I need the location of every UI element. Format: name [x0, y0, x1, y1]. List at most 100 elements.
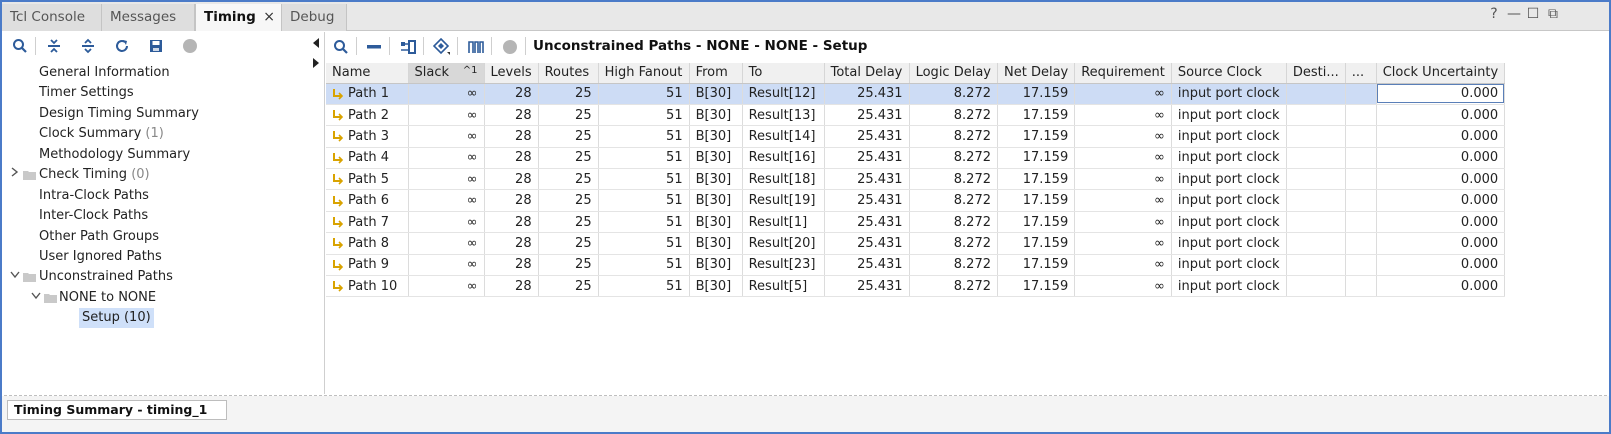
table-cell[interactable]: 17.159: [997, 147, 1076, 170]
table-cell[interactable]: 25: [538, 211, 599, 234]
table-cell[interactable]: 51: [598, 83, 690, 105]
column-header[interactable]: Clock Uncertainty: [1376, 63, 1506, 84]
column-header[interactable]: From: [689, 63, 743, 84]
table-cell[interactable]: 25: [538, 147, 599, 170]
table-cell[interactable]: [1345, 104, 1377, 127]
table-cell[interactable]: ∞: [408, 168, 485, 191]
table-cell[interactable]: [1345, 83, 1377, 105]
table-cell[interactable]: 25.431: [824, 104, 910, 127]
table-cell[interactable]: ∞: [408, 125, 485, 148]
table-cell[interactable]: 25.431: [824, 147, 910, 170]
tree-item-other-path-groups[interactable]: Other Path Groups: [39, 227, 159, 247]
table-cell[interactable]: input port clock: [1171, 83, 1287, 105]
table-cell[interactable]: 25.431: [824, 211, 910, 234]
schematic-icon[interactable]: [398, 37, 418, 57]
tree-item-check-timing[interactable]: Check Timing (0): [39, 165, 150, 185]
refresh-icon[interactable]: [112, 36, 132, 56]
table-cell[interactable]: 17.159: [997, 211, 1076, 234]
table-row[interactable]: Path 7 ∞ 28 25 51 B[30] Result[1] 25.431 8.272 17…: [326, 211, 1506, 234]
table-cell[interactable]: B[30]: [689, 275, 743, 298]
tree-item-clock-summary[interactable]: Clock Summary (1): [39, 124, 164, 144]
table-row[interactable]: Path 5 ∞ 28 25 51 B[30] Result[18] 25.431 8.272 1…: [326, 168, 1506, 191]
table-cell[interactable]: [1345, 211, 1377, 234]
table-cell[interactable]: ∞: [1074, 211, 1172, 234]
table-cell[interactable]: 25.431: [824, 83, 910, 105]
table-cell[interactable]: 51: [598, 275, 690, 298]
table-cell[interactable]: Result[19]: [742, 189, 825, 212]
table-cell[interactable]: 0.000: [1376, 275, 1506, 298]
expand-all-icon[interactable]: [78, 36, 98, 56]
tree-item-user-ignored-paths[interactable]: User Ignored Paths: [39, 247, 162, 267]
table-cell[interactable]: 0.000: [1376, 189, 1506, 212]
table-cell[interactable]: input port clock: [1171, 125, 1287, 148]
table-cell[interactable]: 17.159: [997, 254, 1076, 277]
table-cell[interactable]: 25.431: [824, 168, 910, 191]
table-cell[interactable]: ∞: [1074, 232, 1172, 255]
table-cell[interactable]: input port clock: [1171, 211, 1287, 234]
table-cell[interactable]: 8.272: [909, 232, 999, 255]
table-cell[interactable]: 0.000: [1376, 104, 1506, 127]
table-cell[interactable]: [1286, 83, 1346, 105]
column-header[interactable]: Levels: [484, 63, 539, 84]
tree-item-design-timing-summary[interactable]: Design Timing Summary: [39, 104, 199, 124]
table-cell[interactable]: 0.000: [1376, 211, 1506, 234]
restore-icon[interactable]: ☐: [1524, 6, 1542, 22]
table-cell[interactable]: 8.272: [909, 211, 999, 234]
tree-item-intra-clock-paths[interactable]: Intra-Clock Paths: [39, 186, 149, 206]
table-cell[interactable]: 28: [484, 104, 539, 127]
table-cell[interactable]: Result[20]: [742, 232, 825, 255]
table-cell[interactable]: 25: [538, 232, 599, 255]
table-cell[interactable]: [1345, 147, 1377, 170]
table-cell[interactable]: [1286, 168, 1346, 191]
table-cell[interactable]: 8.272: [909, 189, 999, 212]
column-header[interactable]: High Fanout: [598, 63, 690, 84]
table-cell[interactable]: 17.159: [997, 189, 1076, 212]
column-header[interactable]: Desti...: [1286, 63, 1346, 84]
table-cell[interactable]: 8.272: [909, 104, 999, 127]
tab-debug[interactable]: Debug: [282, 4, 347, 31]
table-cell[interactable]: Result[1]: [742, 211, 825, 234]
table-cell[interactable]: Result[12]: [742, 83, 825, 105]
table-cell[interactable]: B[30]: [689, 125, 743, 148]
table-row[interactable]: Path 2 ∞ 28 25 51 B[30] Result[13] 25.431 8.272 1…: [326, 104, 1506, 127]
search-icon[interactable]: [331, 37, 351, 57]
close-icon[interactable]: ×: [263, 4, 275, 31]
table-cell[interactable]: 0.000: [1376, 83, 1506, 105]
table-cell[interactable]: Path 3: [326, 125, 409, 148]
table-cell[interactable]: ∞: [408, 104, 485, 127]
tab-tcl-console[interactable]: Tcl Console: [2, 4, 102, 31]
table-cell[interactable]: 51: [598, 168, 690, 191]
table-cell[interactable]: B[30]: [689, 83, 743, 105]
save-icon[interactable]: [146, 36, 166, 56]
column-header[interactable]: Net Delay: [997, 63, 1076, 84]
minus-icon[interactable]: [364, 37, 384, 57]
table-cell[interactable]: 17.159: [997, 168, 1076, 191]
table-row[interactable]: Path 10 ∞ 28 25 51 B[30] Result[5] 25.431 8.272 1…: [326, 275, 1506, 298]
table-cell[interactable]: [1286, 232, 1346, 255]
table-cell[interactable]: 25: [538, 168, 599, 191]
column-header[interactable]: Total Delay: [824, 63, 910, 84]
table-cell[interactable]: ∞: [1074, 83, 1172, 105]
column-header[interactable]: Slack ^1: [408, 63, 485, 84]
tree-item-inter-clock-paths[interactable]: Inter-Clock Paths: [39, 206, 148, 226]
table-cell[interactable]: 17.159: [997, 232, 1076, 255]
column-header[interactable]: ...: [1345, 63, 1377, 84]
table-cell[interactable]: ∞: [408, 83, 485, 105]
column-header[interactable]: Logic Delay: [909, 63, 999, 84]
table-cell[interactable]: ∞: [1074, 147, 1172, 170]
table-cell[interactable]: [1286, 254, 1346, 277]
table-cell[interactable]: 28: [484, 125, 539, 148]
table-cell[interactable]: 0.000: [1376, 125, 1506, 148]
table-cell[interactable]: input port clock: [1171, 275, 1287, 298]
table-cell[interactable]: [1286, 189, 1346, 212]
table-cell[interactable]: Path 10: [326, 275, 409, 298]
table-cell[interactable]: 28: [484, 254, 539, 277]
table-cell[interactable]: Result[16]: [742, 147, 825, 170]
table-cell[interactable]: [1286, 125, 1346, 148]
table-cell[interactable]: 25.431: [824, 232, 910, 255]
highlight-icon[interactable]: [432, 37, 452, 57]
table-cell[interactable]: Path 6: [326, 189, 409, 212]
table-cell[interactable]: 51: [598, 211, 690, 234]
table-cell[interactable]: input port clock: [1171, 189, 1287, 212]
table-cell[interactable]: B[30]: [689, 254, 743, 277]
